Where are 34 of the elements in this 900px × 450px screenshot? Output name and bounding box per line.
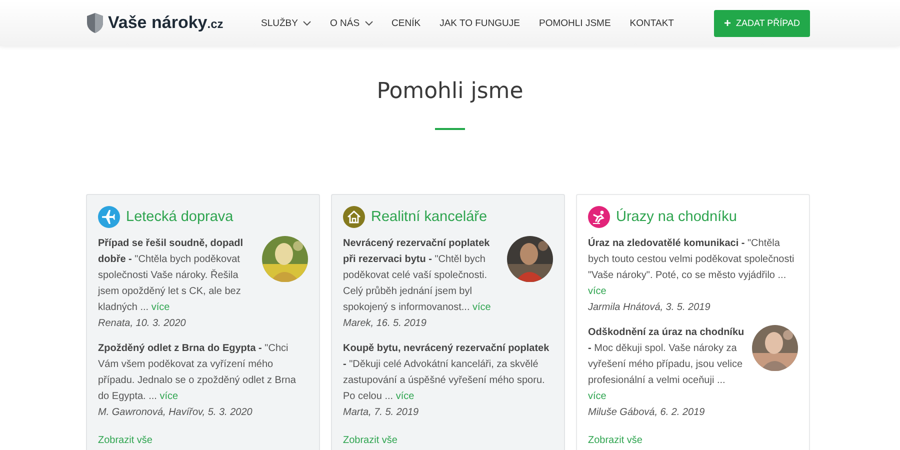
testimonial-author: Marta, 7. 5. 2019 <box>343 406 420 420</box>
more-link[interactable]: více <box>588 391 606 402</box>
nav-link[interactable]: SLUŽBY <box>261 18 311 28</box>
more-link[interactable]: více <box>160 391 178 402</box>
testimonial-text: Odškodnění za úraz na chodníku - Moc děkuji spol. Vaše nároky za vyřešení mého případu, jsou velice profesionální a velmi oceňuji ... více <box>588 326 746 404</box>
testimonial-text: Nevrácený rezervační poplatek při rezervaci bytu - "Chtěl bych poděkovat celé vaší společnosti. Celý průběh jednání jsem byl spokojený s informovanost... více <box>343 237 492 315</box>
more-link[interactable]: více <box>472 302 491 313</box>
testimonial-text: Úraz na zledovatělé komunikaci - "Chtěla bych touto cestou velmi poděkovat společnosti "Vaše nároky". Poté, co se město vyjádřilo ... více <box>588 236 796 299</box>
more-link[interactable]: více <box>151 302 170 313</box>
more-link[interactable]: více <box>396 391 414 402</box>
testimonial-author: M. Gawronová, Havířov, 5. 3. 2020 <box>98 406 254 420</box>
nav-link[interactable]: O NÁS <box>330 18 373 28</box>
testimonial-text: Koupě bytu, nevrácený rezervační poplatek - "Děkuji celé Advokátní kanceláři, za skvělé zastupování a úspěšné vyřešení mého sporu. Po celou ... více <box>343 342 550 404</box>
nav-link[interactable]: POMOHLI JSME <box>539 18 611 28</box>
show-all-link[interactable]: Zobrazit vše <box>98 433 152 449</box>
logo-text[interactable]: Vaše nároky.cz <box>108 13 224 33</box>
show-all-link[interactable]: Zobrazit vše <box>588 433 642 449</box>
card-title: Realitní kanceláře <box>371 209 488 225</box>
shield-icon <box>86 12 104 34</box>
testimonial-author: Miluše Gábová, 6. 2. 2019 <box>588 406 706 420</box>
testimonial-text: Zpožděný odlet z Brna do Egypta - "Chci Vám všem poděkovat za vyřízení mého případu. Jednalo se o zpožděný odlet z Brna do Egypta. ... více <box>98 342 297 404</box>
card-title: Úrazy na chodníku <box>616 209 737 225</box>
card-title: Letecká doprava <box>126 209 234 225</box>
nav-link[interactable]: CENÍK <box>392 18 421 28</box>
nav-link[interactable]: KONTAKT <box>630 18 674 28</box>
testimonial-author: Renata, 10. 3. 2020 <box>98 317 187 331</box>
more-link[interactable]: více <box>588 286 606 297</box>
nav-link[interactable]: JAK TO FUNGUJE <box>440 18 520 28</box>
show-all-link[interactable]: Zobrazit vše <box>343 433 398 449</box>
testimonial-author: Jarmila Hnátová, 3. 5. 2019 <box>588 301 712 315</box>
testimonial-author: Marek, 16. 5. 2019 <box>343 317 428 331</box>
page-title: Pomohli jsme <box>376 78 524 106</box>
testimonial-text: Případ se řešil soudně, dopadl dobře - "Chtěla bych poděkovat společnosti Vaše nároky. Řešila jsem opožděný let s CK, ale bez kladných ... více <box>98 237 244 315</box>
submit-case-button[interactable]: + ZADAT PŘÍPAD <box>714 10 810 36</box>
